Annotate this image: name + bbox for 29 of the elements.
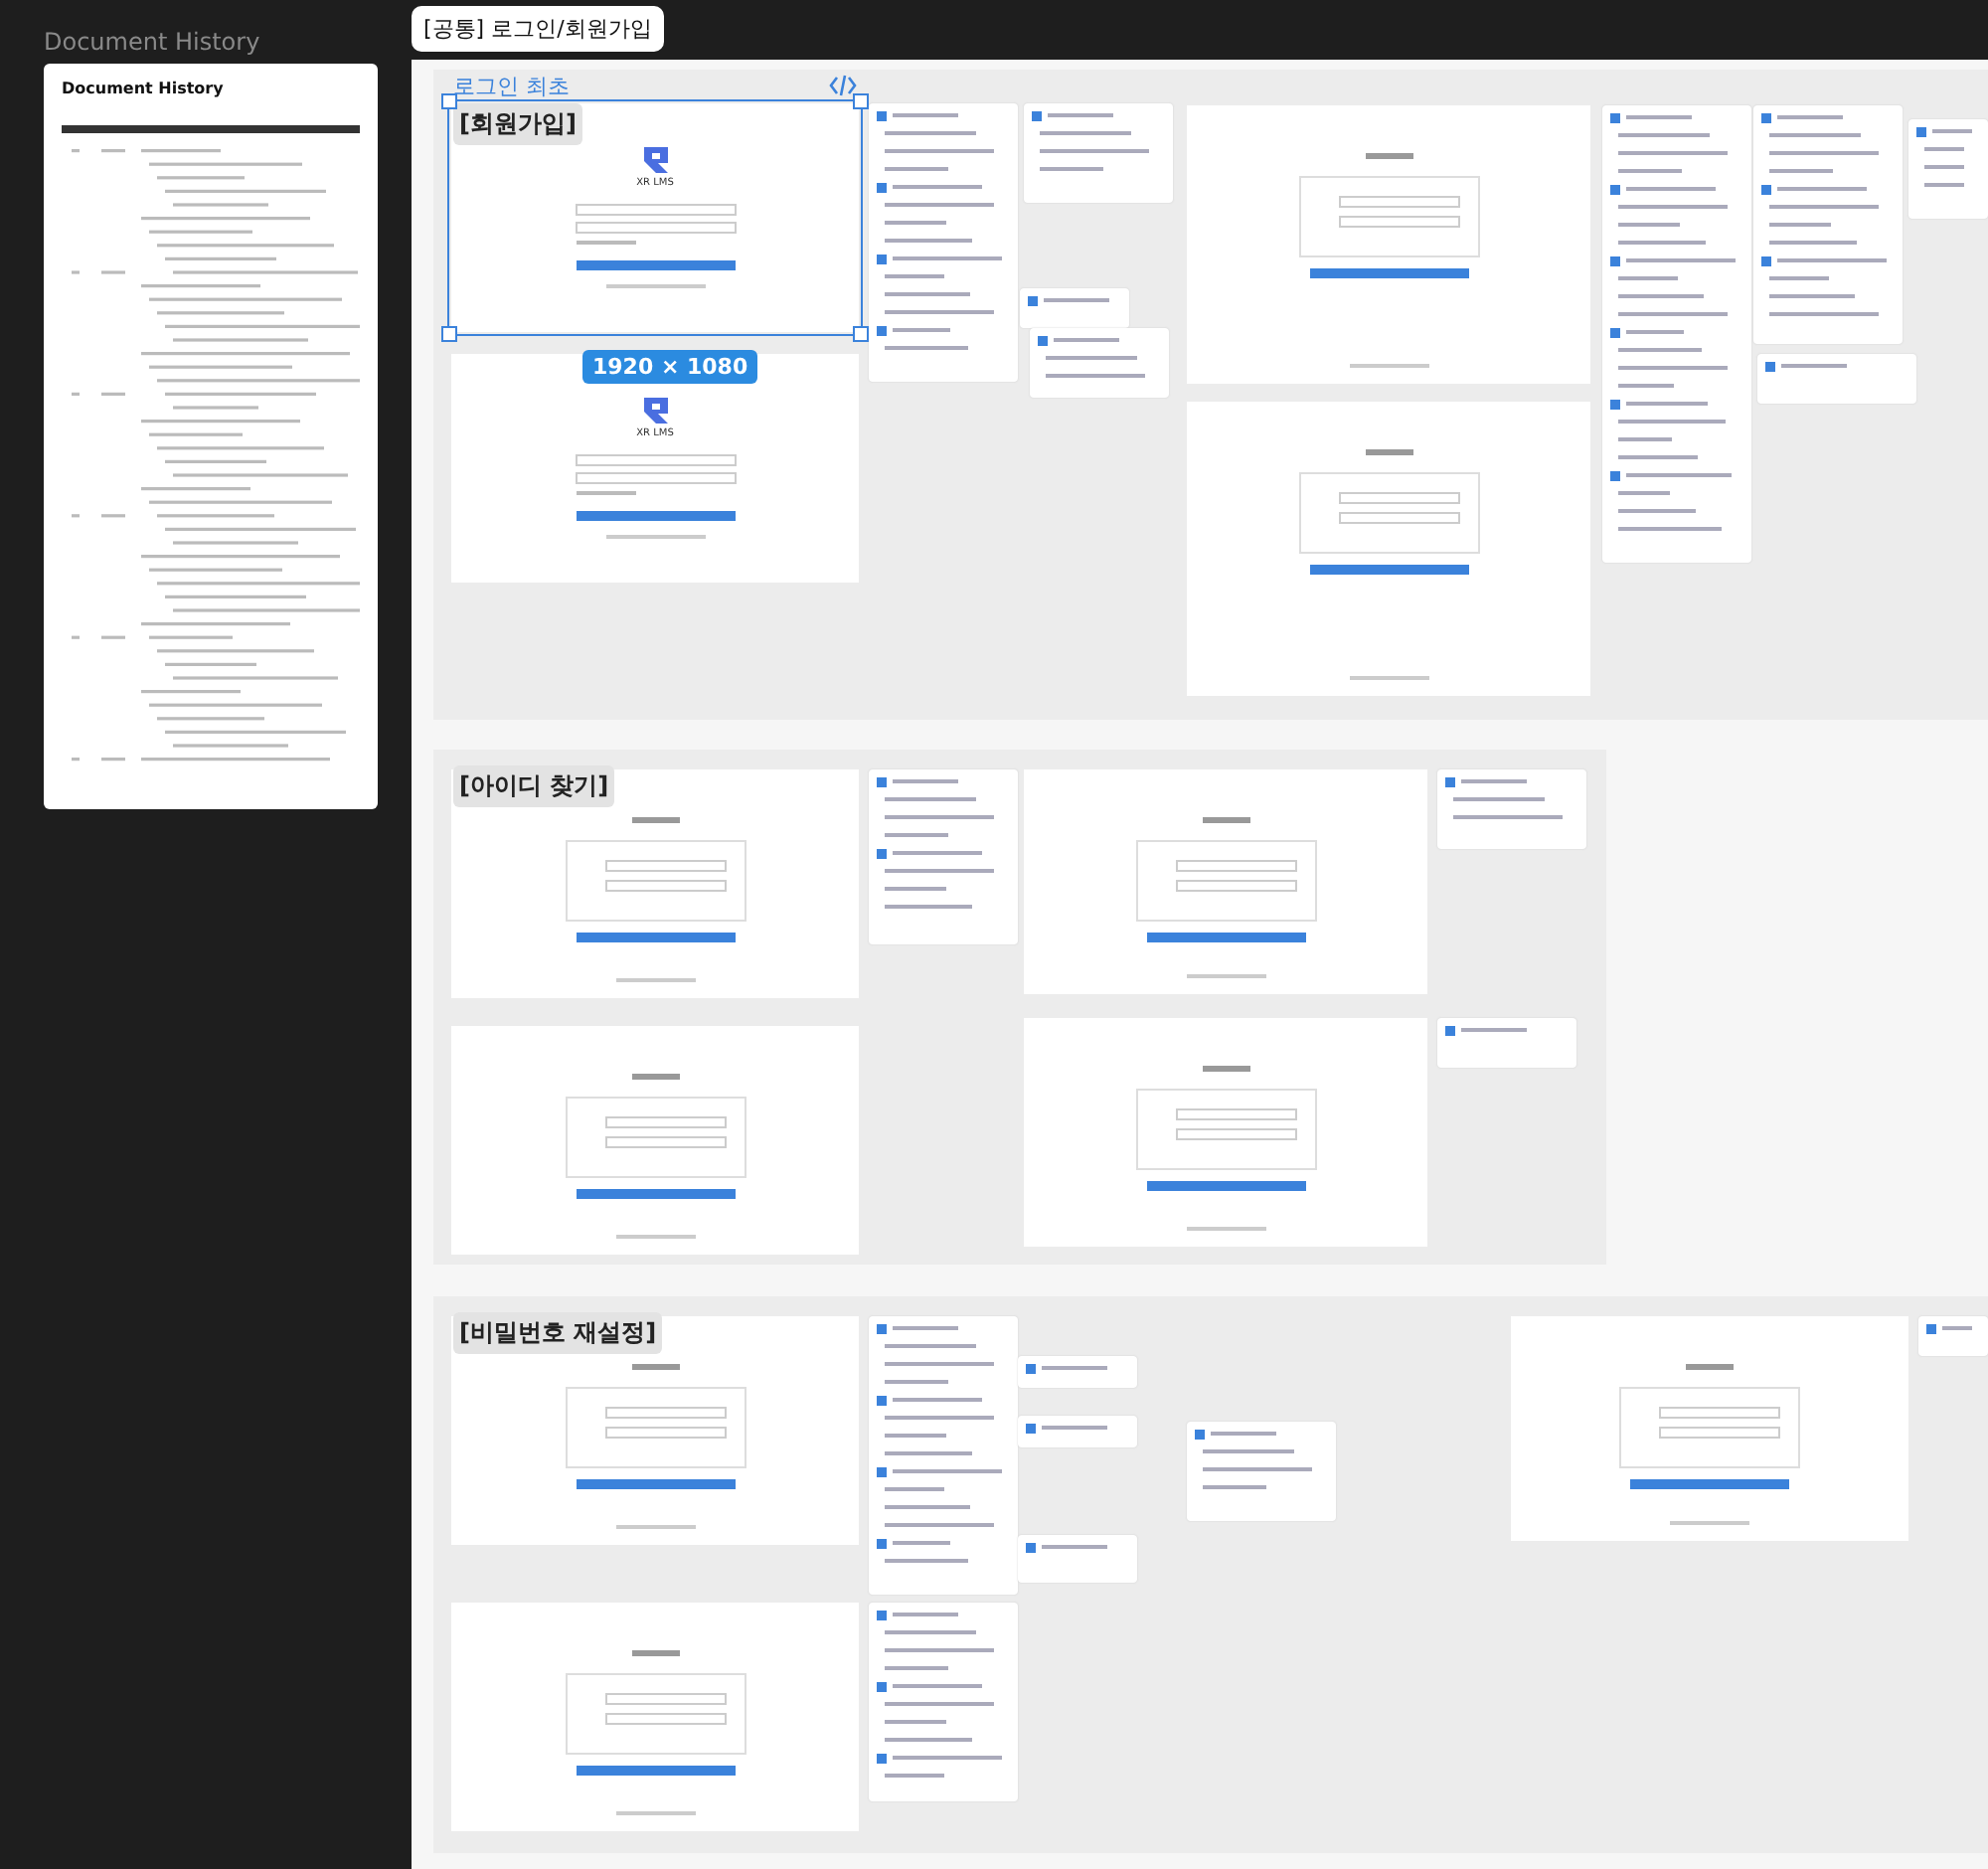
resize-handle[interactable] bbox=[441, 326, 457, 342]
annotation-text-drawing bbox=[1038, 336, 1145, 382]
annotation-text-drawing bbox=[1195, 1430, 1312, 1493]
resize-handle[interactable] bbox=[441, 93, 457, 109]
annotation-text-drawing bbox=[1026, 1543, 1107, 1553]
section-title: [비밀번호 재설정] bbox=[453, 1312, 663, 1354]
annotation-text-drawing bbox=[1916, 127, 1972, 191]
annotation-text-drawing bbox=[1926, 1324, 1972, 1334]
page-title[interactable]: [공통] 로그인/회원가입 bbox=[412, 6, 664, 52]
resize-handle[interactable] bbox=[853, 93, 869, 109]
annotation-text-drawing bbox=[1445, 1026, 1527, 1036]
section-title: [아이디 찾기] bbox=[453, 765, 615, 807]
annotation-text-drawing bbox=[1026, 1424, 1107, 1434]
annotation-text-drawing bbox=[1026, 1364, 1107, 1374]
size-badge: 1920 × 1080 bbox=[582, 350, 758, 384]
panel-label: Document History bbox=[44, 28, 260, 56]
annotation-text-drawing bbox=[877, 777, 994, 913]
code-icon[interactable] bbox=[829, 74, 857, 97]
logo-icon bbox=[639, 394, 671, 425]
logo-icon bbox=[639, 143, 671, 175]
document-title: Document History bbox=[62, 80, 226, 97]
document-card[interactable]: Document History bbox=[44, 64, 378, 809]
annotation-text-drawing bbox=[1032, 111, 1149, 175]
annotation-text-drawing bbox=[1445, 777, 1563, 823]
annotation-text-drawing bbox=[1028, 296, 1109, 306]
frame-caption: 로그인 최초 bbox=[453, 72, 570, 101]
section-title: [회원가입] bbox=[453, 103, 582, 145]
annotation-text-drawing bbox=[1765, 362, 1847, 372]
resize-handle[interactable] bbox=[853, 326, 869, 342]
